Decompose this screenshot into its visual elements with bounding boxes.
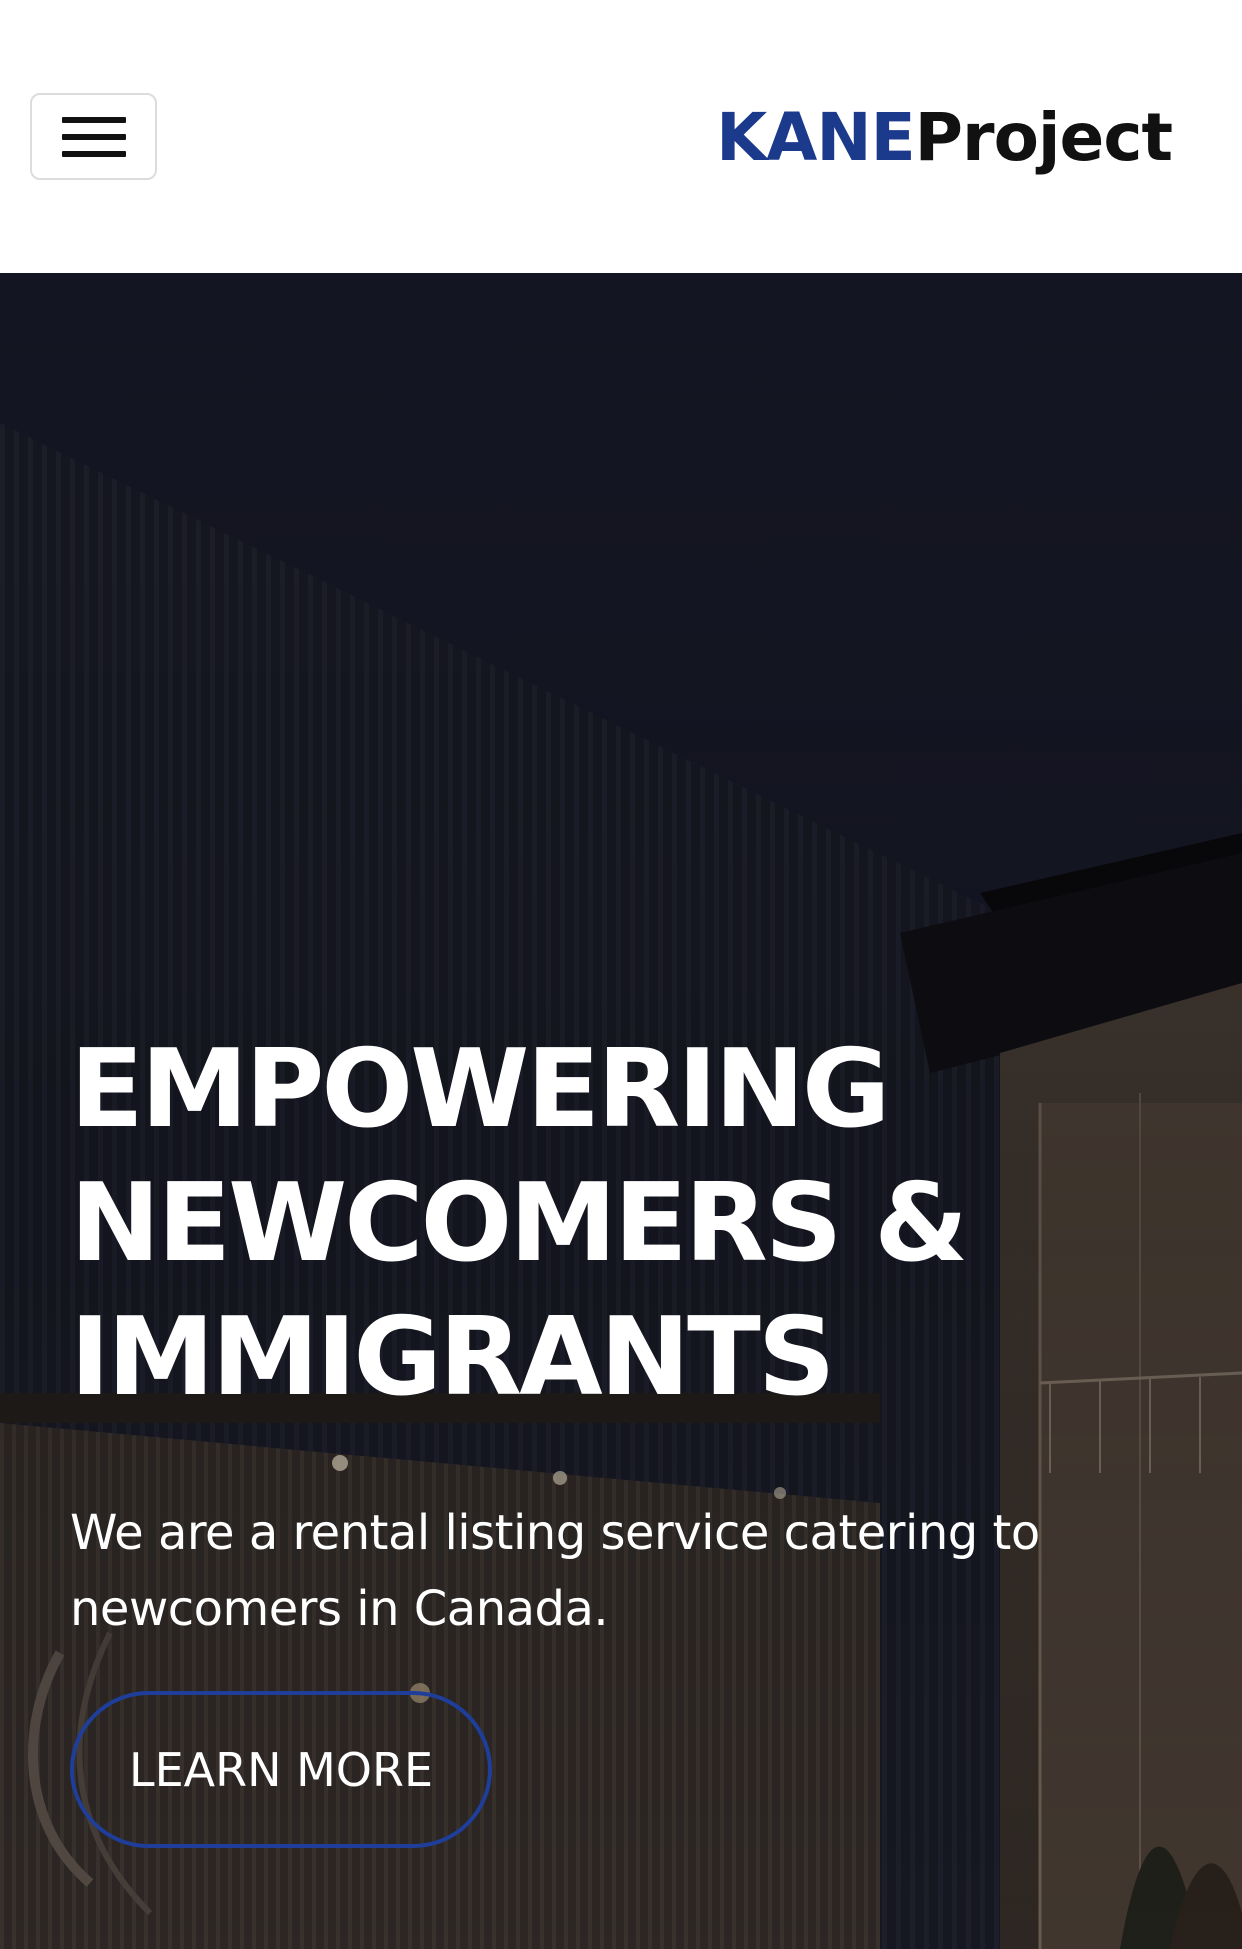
hero-section: EMPOWERING NEWCOMERS & IMMIGRANTS We are… <box>0 273 1242 1949</box>
hero-title: EMPOWERING NEWCOMERS & IMMIGRANTS <box>70 1023 1190 1425</box>
site-header: KANEProject <box>0 0 1242 273</box>
learn-more-button[interactable]: LEARN MORE <box>70 1691 492 1848</box>
hero-subtitle: We are a rental listing service catering… <box>70 1505 1040 1637</box>
hamburger-menu-icon <box>62 134 126 140</box>
hero-content: EMPOWERING NEWCOMERS & IMMIGRANTS We are… <box>70 1023 1190 1848</box>
hero-title-line: EMPOWERING <box>70 1027 891 1152</box>
hamburger-menu-button[interactable] <box>30 93 157 180</box>
brand-name-part-1: KANE <box>716 99 916 176</box>
brand-name-part-2: Project <box>914 99 1173 176</box>
hero-title-line: NEWCOMERS & <box>70 1161 968 1286</box>
brand-logo-link[interactable]: KANEProject <box>716 88 1173 188</box>
page: KANEProject EMPOWERING NEWCOMERS & IMMIG… <box>0 0 1242 1949</box>
hamburger-menu-icon <box>62 151 126 157</box>
hero-title-line: IMMIGRANTS <box>70 1295 836 1420</box>
hamburger-menu-icon <box>62 117 126 123</box>
